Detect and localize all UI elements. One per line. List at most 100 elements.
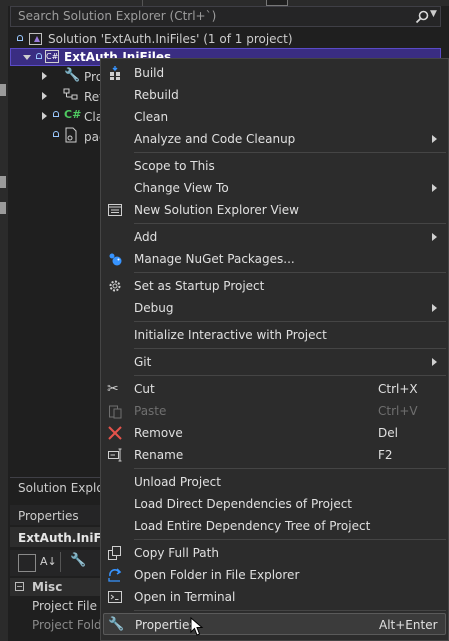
solution-icon [29,33,42,45]
menu-item-cut[interactable]: ✂ Cut Ctrl+X [101,378,448,400]
csharp-project-icon: C# [45,50,59,63]
copy-icon [108,546,121,560]
menu-item-set-startup-project[interactable]: Set as Startup Project [101,275,448,297]
open-folder-icon [108,568,122,582]
menu-item-label: Properties [135,618,196,632]
menu-item-label: Open Folder in File Explorer [134,568,300,582]
terminal-icon [108,591,122,603]
misc-category-label: Misc [32,580,63,594]
menu-item-properties[interactable]: 🔧 Properties Alt+Enter [103,613,446,635]
submenu-arrow-icon [432,358,437,366]
menu-item-label: Load Entire Dependency Tree of Project [134,519,371,533]
references-icon [63,88,78,100]
menu-item-rebuild[interactable]: Rebuild [101,84,448,106]
menu-item-remove[interactable]: Remove Del [101,422,448,444]
new-view-icon [108,204,122,216]
menu-item-label: Manage NuGet Packages... [134,252,295,266]
menu-item-label: Rebuild [134,88,179,102]
csharp-file-icon: C# [64,108,82,121]
menu-separator [134,375,446,376]
menu-item-shortcut: Ctrl+X [378,382,418,396]
menu-item-analyze-code-cleanup[interactable]: Analyze and Code Cleanup [101,128,448,150]
search-icon[interactable] [414,9,430,25]
menu-item-manage-nuget[interactable]: Manage NuGet Packages... [101,248,448,270]
menu-item-copy-full-path[interactable]: Copy Full Path [101,542,448,564]
search-options-chevron-icon[interactable]: ▼ [430,9,437,19]
menu-item-shortcut: Ctrl+V [378,404,418,418]
menu-item-change-view-to[interactable]: Change View To [101,177,448,199]
submenu-arrow-icon [432,135,437,143]
menu-item-clean[interactable]: Clean [101,106,448,128]
property-project-file: Project File [32,599,97,613]
menu-item-debug[interactable]: Debug [101,297,448,319]
menu-separator [134,272,446,273]
menu-item-scope-to-this[interactable]: Scope to This [101,155,448,177]
menu-item-load-entire-dependency-tree[interactable]: Load Entire Dependency Tree of Project [101,515,448,537]
search-placeholder: Search Solution Explorer (Ctrl+`) [18,9,217,23]
expand-arrow-right-icon[interactable] [42,72,47,80]
wrench-icon[interactable]: 🔧 [70,553,86,568]
alphabetical-icon[interactable]: A↓ [40,555,57,568]
lock-icon [36,53,42,59]
gutter-marker [0,176,6,188]
nuget-icon [109,253,122,266]
menu-item-label: Load Direct Dependencies of Project [134,497,352,511]
menu-item-shortcut: Del [378,426,398,440]
menu-item-new-solution-explorer-view[interactable]: New Solution Explorer View [101,199,448,221]
tab-solution-explorer[interactable]: Solution Explor [18,481,109,495]
menu-item-open-in-terminal[interactable]: Open in Terminal [101,586,448,608]
expand-arrow-right-icon[interactable] [42,92,47,100]
menu-item-git[interactable]: Git [101,351,448,373]
mouse-cursor-icon [190,617,204,636]
categorized-icon[interactable] [18,554,36,572]
menu-separator [134,152,446,153]
toolbar-separator [60,552,61,572]
expand-arrow-down-icon[interactable] [23,55,31,60]
submenu-arrow-icon [432,184,437,192]
menu-item-label: Analyze and Code Cleanup [134,132,296,146]
solution-label[interactable]: Solution 'ExtAuth.IniFiles' (1 of 1 proj… [48,32,293,46]
menu-item-build[interactable]: Build [101,62,448,84]
expand-arrow-right-icon[interactable] [42,112,47,120]
submenu-arrow-icon [432,304,437,312]
paste-icon [109,405,122,419]
menu-item-rename[interactable]: Rename F2 [101,444,448,466]
menu-item-initialize-interactive[interactable]: Initialize Interactive with Project [101,324,448,346]
menu-item-add[interactable]: Add [101,226,448,248]
menu-item-label: Clean [134,110,169,124]
lock-icon [53,131,59,137]
menu-item-label: Open in Terminal [134,590,236,604]
menu-item-label: New Solution Explorer View [134,203,299,217]
menu-item-label: Set as Startup Project [134,279,265,293]
lock-icon [17,35,23,41]
left-gutter [0,0,8,641]
menu-item-label: Initialize Interactive with Project [134,328,327,342]
menu-item-label: Debug [134,301,174,315]
menu-item-paste[interactable]: Paste Ctrl+V [101,400,448,422]
menu-item-load-direct-dependencies[interactable]: Load Direct Dependencies of Project [101,493,448,515]
menu-item-label: Copy Full Path [134,546,219,560]
property-project-folder: Project Folde [32,618,110,632]
lock-icon [53,111,59,117]
menu-item-label: Build [134,66,165,80]
menu-item-label: Scope to This [134,159,215,173]
context-menu: Build Rebuild Clean Analyze and Code Cle… [100,58,449,641]
gutter-marker [0,84,6,96]
wrench-icon: 🔧 [64,68,81,83]
collapse-icon[interactable]: − [15,582,24,591]
submenu-arrow-icon [432,233,437,241]
gutter-marker [0,202,6,214]
menu-item-label: Remove [134,426,183,440]
package-file-icon [65,127,77,143]
menu-item-label: Unload Project [134,475,221,489]
menu-separator [134,321,446,322]
menu-item-label: Change View To [134,181,229,195]
menu-item-open-folder-in-file-explorer[interactable]: Open Folder in File Explorer [101,564,448,586]
menu-item-label: Rename [134,448,184,462]
properties-panel-title: Properties [18,509,79,523]
menu-separator [134,539,446,540]
menu-item-unload-project[interactable]: Unload Project [101,471,448,493]
gear-icon [109,280,121,292]
menu-separator [134,223,446,224]
menu-item-shortcut: Alt+Enter [379,618,438,632]
